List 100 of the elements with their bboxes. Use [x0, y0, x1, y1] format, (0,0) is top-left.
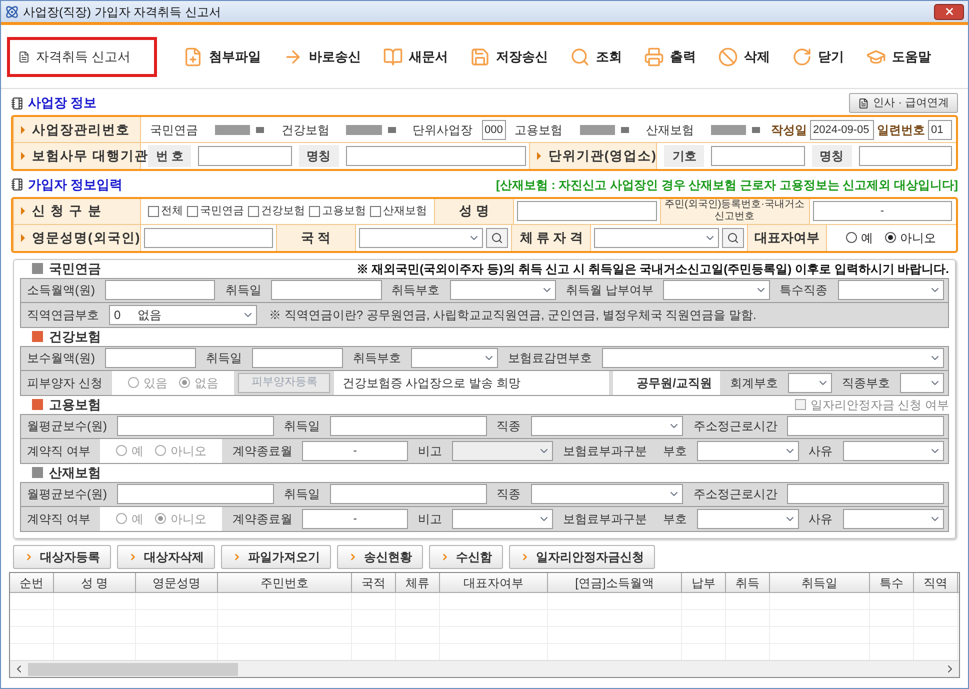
dropdown[interactable] — [530, 416, 684, 436]
close-button[interactable] — [934, 4, 964, 20]
checkbox-label: 건강보험 — [261, 204, 305, 219]
toolbar-button[interactable]: 닫기 — [788, 36, 848, 76]
search-icon — [727, 232, 740, 244]
field-label: 보수월액(원) — [26, 350, 96, 367]
column-header: 납부 — [682, 572, 726, 592]
radio-button[interactable] — [885, 232, 896, 243]
input-field[interactable] — [252, 348, 343, 368]
dropdown[interactable] — [452, 508, 554, 528]
column-header: 주민번호 — [218, 572, 352, 592]
input-field[interactable] — [858, 146, 952, 166]
input-field[interactable] — [117, 416, 274, 436]
toolbar-button[interactable]: 저장송신 — [466, 36, 552, 76]
input-field[interactable] — [105, 348, 196, 368]
action-button[interactable]: 파일가져오기 — [221, 544, 331, 568]
header-label: 단위기관(영업소) — [548, 147, 657, 166]
field-label: 번 호 — [148, 145, 192, 167]
field-label: 특수직종 — [778, 282, 829, 299]
field-label: 취득일 — [282, 486, 321, 503]
checkbox[interactable] — [309, 206, 320, 216]
search-button[interactable] — [486, 228, 508, 248]
search-button[interactable] — [722, 228, 744, 248]
action-button[interactable]: 송신현황 — [337, 544, 423, 568]
checkbox[interactable] — [248, 206, 259, 216]
checkbox[interactable] — [795, 399, 806, 410]
field-label: 취득부호 — [390, 282, 441, 299]
document-icon — [18, 50, 30, 62]
input-field[interactable]: - — [302, 508, 408, 528]
field-label: 주소정근로시간 — [692, 486, 778, 503]
dropdown[interactable] — [411, 348, 498, 368]
dropdown[interactable] — [788, 372, 832, 392]
action-button[interactable]: 대상자등록 — [13, 544, 111, 568]
field-label: 보험료부과구분 — [562, 442, 648, 460]
toolbar-button[interactable]: 첨부파일 — [179, 36, 265, 76]
note-text: ※ 직역연금이란? 공무원연금, 사립학교교직원연금, 군인연금, 별정우체국 직원연금을 말함. — [268, 306, 758, 324]
column-header: 순번 — [10, 572, 54, 592]
radio-label: 있음 — [143, 374, 168, 392]
dropdown[interactable] — [697, 440, 799, 460]
column-header: 대표자여부 — [440, 572, 548, 592]
dropdown[interactable] — [842, 508, 944, 528]
field-label: 월평균보수(원) — [26, 486, 108, 503]
input-field[interactable]: - — [302, 440, 408, 460]
action-button[interactable]: 일자리안정자금신청 — [509, 544, 655, 568]
input-field[interactable]: - — [812, 201, 952, 221]
dropdown[interactable] — [900, 372, 944, 392]
checkbox[interactable] — [370, 206, 381, 216]
field-label: 소득월액(원) — [26, 282, 96, 299]
radio-button[interactable] — [846, 232, 858, 243]
input-field[interactable] — [144, 228, 273, 248]
field-label: 회계부호 — [729, 374, 779, 392]
input-field[interactable] — [105, 280, 216, 300]
action-button[interactable]: 대상자삭제 — [117, 544, 215, 568]
input-field[interactable]: 01 — [928, 120, 952, 140]
field-label: 명칭 — [812, 145, 852, 167]
input-field[interactable] — [517, 201, 656, 221]
dropdown[interactable] — [838, 280, 944, 300]
toolbar-button[interactable]: 바로송신 — [279, 36, 365, 76]
header-label: 영문성명(외국인) — [32, 228, 141, 247]
dropdown[interactable] — [530, 484, 684, 504]
radio-label: 아니오 — [170, 510, 206, 528]
column-header: 특수 — [870, 572, 914, 592]
field-label: 취득일 — [205, 350, 243, 367]
dropdown[interactable] — [842, 440, 944, 460]
input-field[interactable] — [787, 484, 944, 504]
input-field[interactable] — [271, 280, 382, 300]
toolbar-button[interactable]: 도움말 — [862, 36, 935, 76]
input-field[interactable]: 2024-09-05 — [810, 120, 874, 140]
toolbar-button[interactable]: 자격취득 신고서 — [7, 36, 157, 76]
input-field[interactable] — [346, 146, 526, 166]
book-icon — [383, 46, 403, 66]
radio-label: 예 — [131, 510, 144, 528]
horizontal-scrollbar[interactable] — [10, 660, 959, 677]
link-button[interactable]: 인사 · 급여연계 — [849, 93, 958, 113]
field-label: 보험료부과구분 — [562, 510, 648, 528]
input-field[interactable] — [330, 484, 486, 504]
input-field[interactable] — [198, 146, 292, 166]
input-field[interactable] — [117, 484, 274, 504]
dropdown[interactable] — [663, 280, 770, 300]
input-field[interactable] — [711, 146, 805, 166]
toolbar-button[interactable]: 삭제 — [714, 36, 774, 76]
toolbar-button[interactable]: 출력 — [640, 36, 700, 76]
chevron-right-icon — [520, 552, 530, 562]
checkbox[interactable] — [148, 206, 159, 216]
toolbar-button[interactable]: 조회 — [566, 36, 626, 76]
column-header: [연금]소득월액 — [548, 572, 682, 592]
action-button[interactable]: 수신함 — [429, 544, 503, 568]
field-label: 일련번호 — [877, 122, 925, 138]
input-field[interactable] — [330, 416, 486, 436]
toolbar-button[interactable]: 새문서 — [379, 36, 452, 76]
chevron-right-icon — [440, 552, 450, 562]
input-field[interactable]: 000 — [482, 120, 506, 140]
dropdown[interactable] — [602, 348, 944, 368]
field-label: 취득일 — [224, 282, 262, 299]
input-field[interactable] — [787, 416, 944, 436]
dropdown[interactable]: 0 없음 — [109, 304, 257, 324]
checkbox[interactable] — [187, 206, 198, 216]
field-label: 체 류 자 격 — [511, 224, 592, 250]
dropdown[interactable] — [697, 508, 799, 528]
dropdown[interactable] — [450, 280, 556, 300]
